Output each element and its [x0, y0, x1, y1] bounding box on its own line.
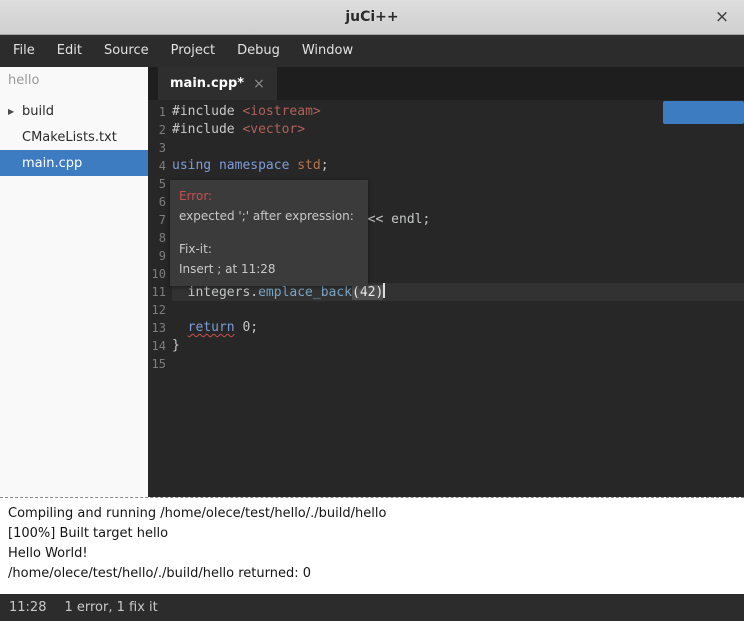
tree-item-build[interactable]: ▶ build: [0, 98, 148, 124]
line-number: 6: [148, 193, 172, 211]
code-token: <iostream>: [242, 104, 320, 119]
code-token: ;: [321, 158, 329, 173]
code-line-text: #include <vector>: [172, 121, 744, 139]
file-tree-sidebar: hello ▶ build CMakeLists.txt main.cpp: [0, 67, 148, 497]
text-cursor: [383, 283, 385, 298]
line-number: 13: [148, 319, 172, 337]
code-token: (42): [352, 285, 383, 300]
tree-item-label: main.cpp: [22, 156, 82, 171]
line-number: 12: [148, 301, 172, 319]
code-line-2[interactable]: 2#include <vector>: [148, 121, 744, 139]
menu-window[interactable]: Window: [291, 35, 364, 67]
diagnostic-tooltip: Error: expected ';' after expression: Fi…: [170, 180, 368, 286]
line-number: 11: [148, 283, 172, 301]
terminal-line: Compiling and running /home/olece/test/h…: [8, 504, 736, 524]
code-line-text: [172, 355, 744, 373]
editor-column: main.cpp* × 1#include <iostream>2#includ…: [148, 67, 744, 497]
tooltip-fixit-text: Insert ; at 11:28: [179, 260, 359, 279]
line-number: 2: [148, 121, 172, 139]
code-line-text: using namespace std;: [172, 157, 744, 175]
scrollbar-thumb[interactable]: [663, 101, 744, 124]
terminal-line: /home/olece/test/hello/./build/hello ret…: [8, 564, 736, 584]
code-line-text: return 0;: [172, 319, 744, 337]
menu-debug[interactable]: Debug: [226, 35, 291, 67]
output-terminal[interactable]: Compiling and running /home/olece/test/h…: [0, 497, 744, 594]
terminal-line: Hello World!: [8, 544, 736, 564]
code-token: using namespace: [172, 158, 289, 173]
tab-close-icon[interactable]: ×: [253, 76, 265, 92]
code-line-text: [172, 301, 744, 319]
titlebar: juCi++ ×: [0, 0, 744, 35]
project-name: hello: [0, 67, 148, 98]
tree-item-main-cpp[interactable]: main.cpp: [0, 150, 148, 176]
code-token: <vector>: [242, 122, 305, 137]
line-number: 7: [148, 211, 172, 229]
code-token: ;: [250, 320, 258, 335]
code-line-12[interactable]: 12: [148, 301, 744, 319]
code-token: return: [188, 320, 235, 335]
code-token: std: [297, 158, 320, 173]
tooltip-fixit-label: Fix-it:: [179, 240, 359, 259]
code-line-14[interactable]: 14}: [148, 337, 744, 355]
code-token: #include: [172, 104, 242, 119]
code-line-15[interactable]: 15: [148, 355, 744, 373]
diagnostic-summary: 1 error, 1 fix it: [64, 600, 157, 615]
file-tree: ▶ build CMakeLists.txt main.cpp: [0, 98, 148, 176]
menu-edit[interactable]: Edit: [46, 35, 93, 67]
tree-item-label: build: [22, 104, 54, 119]
line-number: 10: [148, 265, 172, 283]
line-number: 4: [148, 157, 172, 175]
main-area: hello ▶ build CMakeLists.txt main.cpp main.…: [0, 67, 744, 497]
code-token: [172, 320, 188, 335]
line-number: 1: [148, 103, 172, 121]
code-token: }: [172, 338, 180, 353]
tooltip-error-label: Error:: [179, 187, 359, 206]
line-number: 5: [148, 175, 172, 193]
jucipp-window: juCi++ × FileEditSourceProjectDebugWindo…: [0, 0, 744, 621]
code-line-1[interactable]: 1#include <iostream>: [148, 103, 744, 121]
code-line-4[interactable]: 4using namespace std;: [148, 157, 744, 175]
menu-source[interactable]: Source: [93, 35, 160, 67]
code-token: emplace_back: [258, 285, 352, 300]
line-number: 8: [148, 229, 172, 247]
statusbar: 11:28 1 error, 1 fix it: [0, 594, 744, 621]
code-line-text: }: [172, 337, 744, 355]
line-number: 15: [148, 355, 172, 373]
tree-item-cmakelists-txt[interactable]: CMakeLists.txt: [0, 124, 148, 150]
code-line-13[interactable]: 13 return 0;: [148, 319, 744, 337]
tab-main-cpp[interactable]: main.cpp* ×: [158, 67, 277, 100]
tree-item-label: CMakeLists.txt: [22, 130, 117, 145]
code-token: integers.: [172, 285, 258, 300]
code-line-text: #include <iostream>: [172, 103, 744, 121]
code-line-text: [172, 139, 744, 157]
tabbar: main.cpp* ×: [148, 67, 744, 100]
line-number: 14: [148, 337, 172, 355]
code-line-3[interactable]: 3: [148, 139, 744, 157]
code-editor[interactable]: 1#include <iostream>2#include <vector>34…: [148, 100, 744, 497]
tab-label: main.cpp*: [170, 76, 244, 91]
code-token: #include: [172, 122, 242, 137]
line-number: 3: [148, 139, 172, 157]
tooltip-error-text: expected ';' after expression:: [179, 207, 359, 226]
terminal-line: [100%] Built target hello: [8, 524, 736, 544]
menubar: FileEditSourceProjectDebugWindow: [0, 35, 744, 67]
menu-project[interactable]: Project: [160, 35, 226, 67]
code-token: << endl;: [360, 212, 430, 227]
expander-icon[interactable]: ▶: [8, 107, 16, 116]
window-title: juCi++: [345, 9, 398, 25]
cursor-position: 11:28: [9, 600, 46, 615]
menu-file[interactable]: File: [2, 35, 46, 67]
line-number: 9: [148, 247, 172, 265]
close-icon[interactable]: ×: [712, 7, 732, 27]
